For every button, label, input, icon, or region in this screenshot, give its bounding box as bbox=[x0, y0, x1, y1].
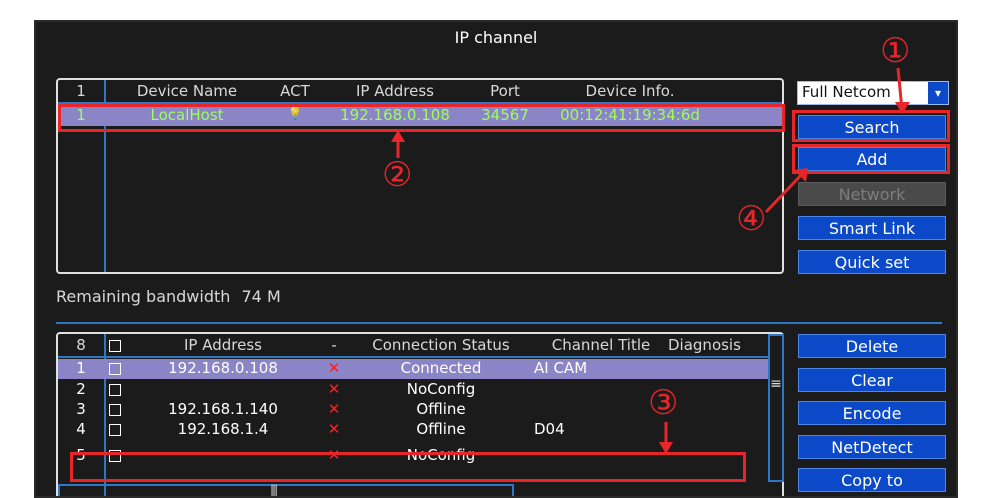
status-cell: Connected bbox=[400, 359, 482, 377]
channel-title-cell: AI CAM bbox=[534, 359, 588, 377]
table-row[interactable]: 1 192.168.0.108 ✕ Connected AI CAM bbox=[58, 359, 782, 379]
x-icon: ✕ bbox=[327, 400, 341, 418]
hscroll-grip-icon[interactable]: ||| bbox=[270, 483, 278, 496]
delete-button[interactable]: Delete bbox=[798, 334, 946, 358]
col-connection-status: Connection Status bbox=[372, 336, 510, 354]
divider bbox=[56, 322, 942, 324]
copy-to-button[interactable]: Copy to bbox=[798, 468, 946, 492]
annotation-box-row5 bbox=[70, 452, 746, 482]
window-title: IP channel bbox=[454, 28, 538, 47]
vertical-scrollbar[interactable]: ≡ bbox=[768, 334, 784, 482]
status-cell: Offline bbox=[416, 400, 466, 418]
select-all-checkbox[interactable] bbox=[109, 339, 121, 352]
row-index: 3 bbox=[76, 400, 86, 418]
row-checkbox[interactable] bbox=[104, 359, 126, 379]
col-port: Port bbox=[490, 82, 520, 100]
ip-cell: 192.168.0.108 bbox=[168, 359, 278, 377]
channel-table-header: 8 IP Address - Connection Status Channel… bbox=[58, 336, 782, 358]
annotation-marker-3: ③ bbox=[648, 383, 679, 423]
x-icon: ✕ bbox=[327, 359, 341, 377]
col-dash: - bbox=[331, 336, 337, 354]
encode-button[interactable]: Encode bbox=[798, 401, 946, 425]
netdetect-button[interactable]: NetDetect bbox=[798, 435, 946, 459]
bandwidth-value: 74 M bbox=[241, 287, 281, 306]
col-device-name: Device Name bbox=[136, 82, 238, 100]
row-checkbox[interactable] bbox=[104, 420, 126, 440]
bandwidth-label: Remaining bandwidth bbox=[56, 287, 231, 306]
col-channel-title: Channel Title bbox=[551, 336, 651, 354]
col-act: ACT bbox=[280, 82, 310, 100]
status-cell: NoConfig bbox=[406, 380, 476, 398]
remaining-bandwidth: Remaining bandwidth 74 M bbox=[56, 287, 281, 306]
annotation-box-row bbox=[58, 104, 785, 132]
x-icon: ✕ bbox=[327, 380, 341, 398]
scrollbar-grip-icon[interactable]: ≡ bbox=[770, 376, 782, 392]
dropdown-arrow-icon[interactable]: ▾ bbox=[928, 82, 948, 104]
col-count: 8 bbox=[76, 336, 86, 354]
search-table-header: 1 Device Name ACT IP Address Port Device… bbox=[58, 82, 782, 104]
col-diagnosis: Diagnosis bbox=[668, 336, 741, 354]
table-row[interactable]: 4 192.168.1.4 ✕ Offline D04 bbox=[58, 420, 782, 440]
col-index: 1 bbox=[76, 82, 86, 100]
ip-cell: 192.168.1.140 bbox=[168, 400, 278, 418]
row-checkbox[interactable] bbox=[104, 380, 126, 400]
row-checkbox[interactable] bbox=[104, 400, 126, 420]
ip-cell: 192.168.1.4 bbox=[177, 420, 269, 438]
row-index: 4 bbox=[76, 420, 86, 438]
x-icon: ✕ bbox=[327, 420, 341, 438]
annotation-marker-4: ④ bbox=[736, 199, 767, 239]
ip-cell bbox=[126, 380, 320, 400]
col-checkbox bbox=[104, 336, 126, 356]
smart-link-button[interactable]: Smart Link bbox=[798, 216, 946, 240]
annotation-box-add bbox=[792, 144, 950, 174]
quick-set-button[interactable]: Quick set bbox=[798, 250, 946, 274]
col-ip-address: IP Address bbox=[356, 82, 434, 100]
horizontal-scrollbar[interactable]: ||| bbox=[58, 483, 514, 496]
row-index: 1 bbox=[76, 359, 86, 377]
annotation-marker-1: ① bbox=[880, 31, 911, 71]
ip-channel-window: IP channel 1 Device Name ACT IP Address … bbox=[34, 20, 958, 498]
col-ip: IP Address bbox=[184, 336, 262, 354]
annotation-marker-2: ② bbox=[382, 155, 413, 195]
status-cell: Offline bbox=[416, 420, 466, 438]
row-index: 2 bbox=[76, 380, 86, 398]
protocol-select-value: Full Netcom bbox=[802, 83, 891, 101]
network-button[interactable]: Network bbox=[798, 182, 946, 206]
clear-button[interactable]: Clear bbox=[798, 368, 946, 392]
protocol-select[interactable]: Full Netcom ▾ bbox=[797, 81, 949, 105]
col-device-info: Device Info. bbox=[585, 82, 675, 100]
annotation-box-search bbox=[792, 110, 950, 142]
channel-title-cell: D04 bbox=[534, 420, 565, 438]
